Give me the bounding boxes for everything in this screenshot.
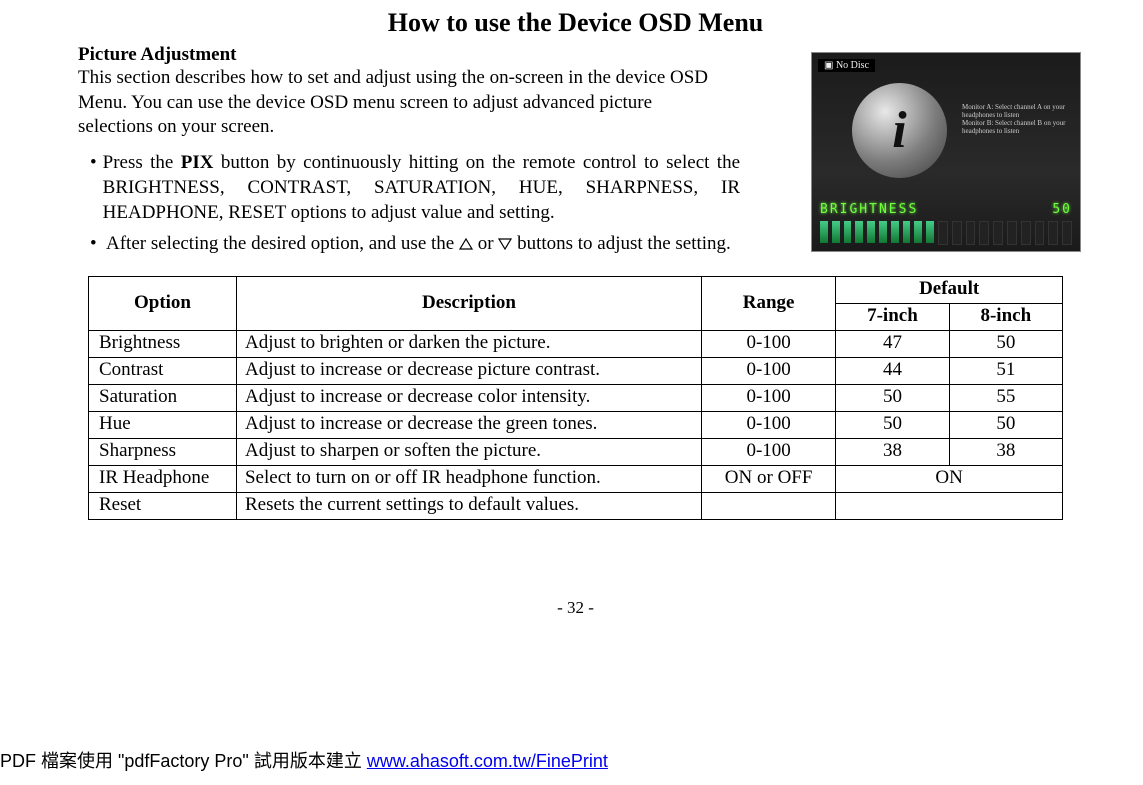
cell-default: ON (836, 466, 1063, 493)
options-table: Option Description Range Default 7-inch … (88, 276, 1063, 520)
osd-readout: BRIGHTNESS 50 (820, 202, 1072, 217)
triangle-down-icon (498, 238, 512, 250)
bullet-text: Press the (103, 152, 181, 173)
cell-default (836, 493, 1063, 520)
header-option: Option (89, 277, 237, 331)
no-disc-badge: ▣ No Disc (818, 59, 875, 72)
cell-default-7: 50 (836, 412, 949, 439)
cell-default-8: 50 (949, 331, 1062, 358)
cell-range: 0-100 (701, 331, 835, 358)
osd-bar-scale (820, 221, 1072, 245)
footer-link[interactable]: www.ahasoft.com.tw/FinePrint (367, 751, 608, 771)
footer-text: PDF 檔案使用 "pdfFactory Pro" 試用版本建立 (0, 751, 367, 771)
cell-option: IR Headphone (89, 466, 237, 493)
cell-description: Adjust to sharpen or soften the picture. (236, 439, 701, 466)
cell-description: Adjust to increase or decrease color int… (236, 385, 701, 412)
cell-option: Brightness (89, 331, 237, 358)
cell-range: 0-100 (701, 412, 835, 439)
list-item: • After selecting the desired option, an… (90, 231, 740, 256)
header-range: Range (701, 277, 835, 331)
info-icon (852, 83, 947, 178)
cell-range: 0-100 (701, 358, 835, 385)
header-description: Description (236, 277, 701, 331)
cell-description: Adjust to brighten or darken the picture… (236, 331, 701, 358)
cell-default-7: 44 (836, 358, 949, 385)
cell-range: 0-100 (701, 439, 835, 466)
cell-default-7: 50 (836, 385, 949, 412)
header-default: Default (836, 277, 1063, 304)
table-row: ResetResets the current settings to defa… (89, 493, 1063, 520)
triangle-up-icon (459, 238, 473, 250)
cell-option: Saturation (89, 385, 237, 412)
cell-description: Adjust to increase or decrease picture c… (236, 358, 701, 385)
table-row: BrightnessAdjust to brighten or darken t… (89, 331, 1063, 358)
bullet-text: After selecting the desired option, and … (106, 233, 459, 254)
cell-default-8: 55 (949, 385, 1062, 412)
bullet-text: or (478, 233, 499, 254)
cell-range: ON or OFF (701, 466, 835, 493)
table-row: HueAdjust to increase or decrease the gr… (89, 412, 1063, 439)
cell-description: Select to turn on or off IR headphone fu… (236, 466, 701, 493)
cell-default-8: 38 (949, 439, 1062, 466)
cell-option: Reset (89, 493, 237, 520)
cell-option: Contrast (89, 358, 237, 385)
cell-range: 0-100 (701, 385, 835, 412)
bullet-text: buttons to adjust the setting. (517, 233, 731, 254)
osd-illustration: ▣ No Disc Monitor A: Select channel A on… (811, 52, 1081, 252)
table-row: SharpnessAdjust to sharpen or soften the… (89, 439, 1063, 466)
pix-keyword: PIX (181, 152, 214, 173)
list-item: • Press the PIX button by continuously h… (90, 150, 740, 225)
pdf-footer: PDF 檔案使用 "pdfFactory Pro" 試用版本建立 www.aha… (0, 747, 608, 773)
header-7-inch: 7-inch (836, 304, 949, 331)
cell-default-8: 51 (949, 358, 1062, 385)
table-row: IR HeadphoneSelect to turn on or off IR … (89, 466, 1063, 493)
cell-option: Hue (89, 412, 237, 439)
cell-default-8: 50 (949, 412, 1062, 439)
intro-paragraph: This section describes how to set and ad… (78, 66, 718, 140)
header-8-inch: 8-inch (949, 304, 1062, 331)
page-number: - 32 - (78, 598, 1073, 618)
table-row: ContrastAdjust to increase or decrease p… (89, 358, 1063, 385)
page-title: How to use the Device OSD Menu (78, 8, 1073, 38)
cell-default-7: 38 (836, 439, 949, 466)
illustration-caption: Monitor A: Select channel A on your head… (962, 103, 1072, 135)
cell-default-7: 47 (836, 331, 949, 358)
cell-range (701, 493, 835, 520)
cell-option: Sharpness (89, 439, 237, 466)
table-row: SaturationAdjust to increase or decrease… (89, 385, 1063, 412)
cell-description: Resets the current settings to default v… (236, 493, 701, 520)
cell-description: Adjust to increase or decrease the green… (236, 412, 701, 439)
